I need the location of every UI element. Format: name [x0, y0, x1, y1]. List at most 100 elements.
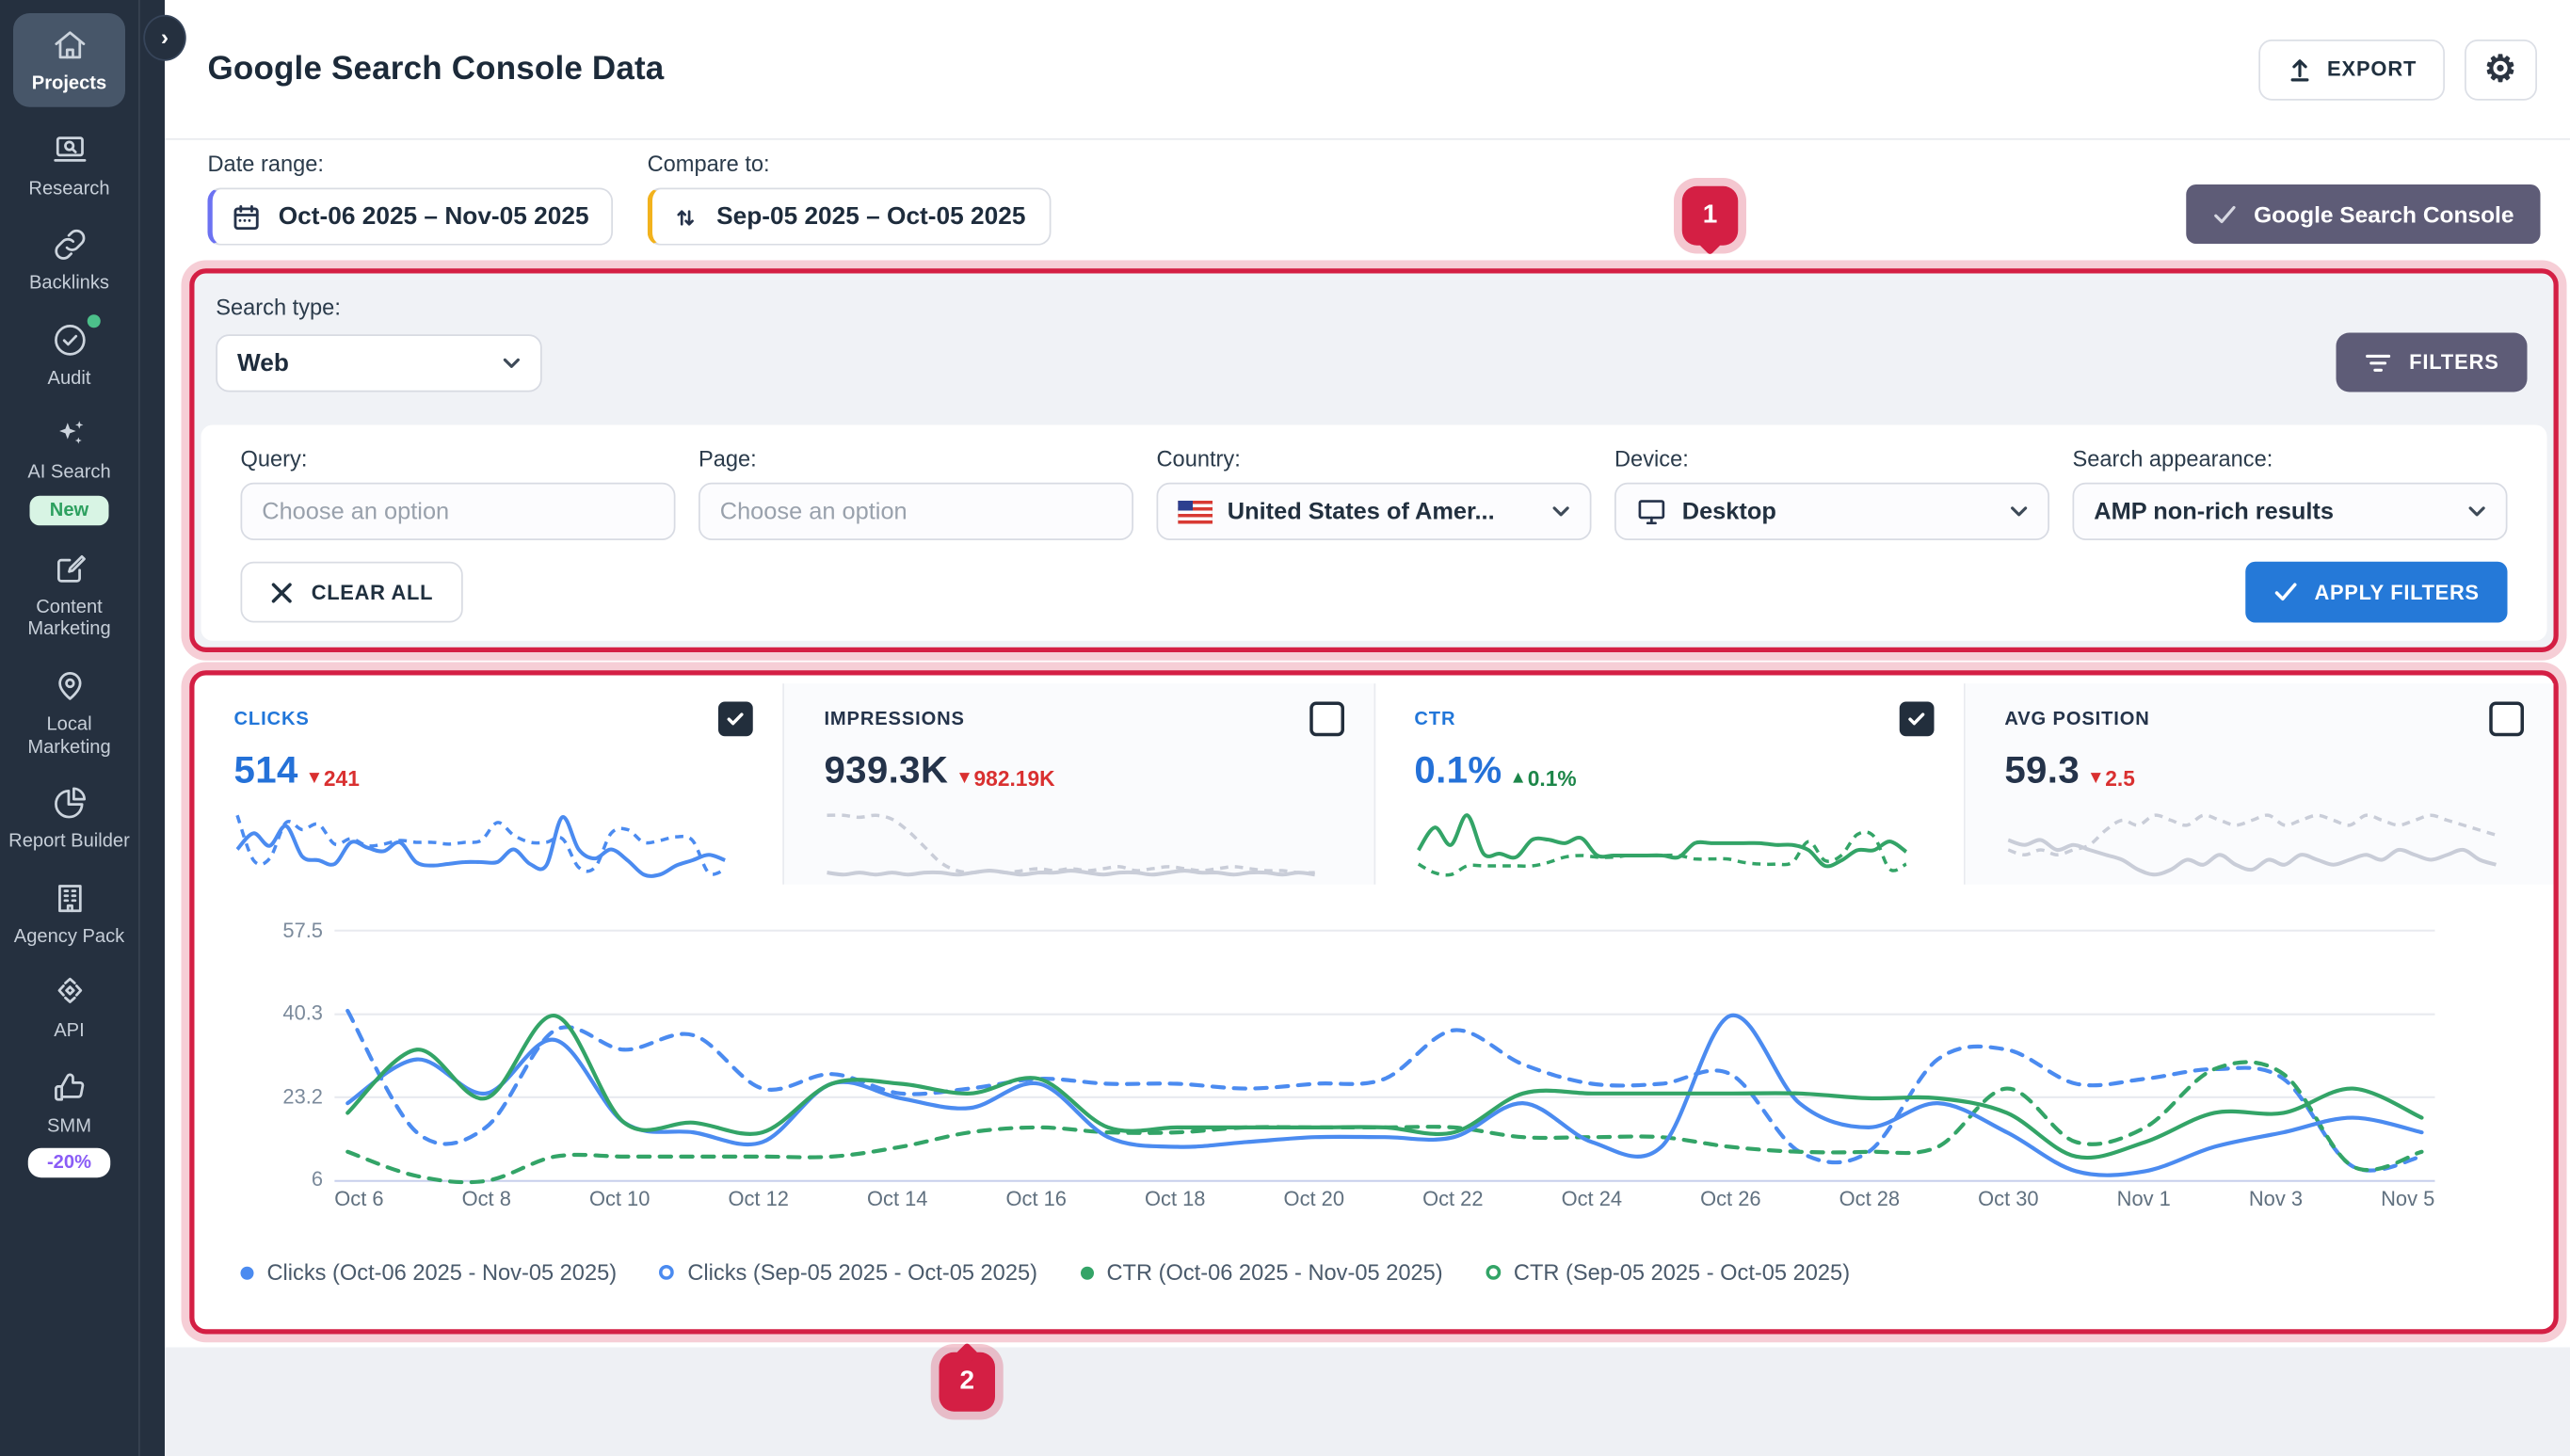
y-axis-tick: 40.3 [250, 1001, 323, 1025]
page-bottom-area [165, 1348, 2570, 1456]
query-input[interactable] [241, 483, 676, 540]
sidebar-item-audit[interactable]: Audit [7, 319, 132, 391]
date-range-value: Oct-06 2025 – Nov-05 2025 [279, 202, 589, 231]
screenshot-viewport: Projects Research Backlinks Audit AI Sea… [0, 0, 2570, 1456]
sidebar-item-content-marketing[interactable]: Content Marketing [7, 548, 132, 642]
sidebar-item-api[interactable]: API [7, 972, 132, 1044]
ctr-sparkline [1414, 808, 1908, 884]
x-axis-tick: Oct 20 [1284, 1188, 1344, 1211]
app: Projects Research Backlinks Audit AI Sea… [0, 0, 2570, 1456]
country-select[interactable]: United States of Amer... [1157, 483, 1592, 540]
chevron-down-icon [2010, 504, 2028, 518]
legend-item-clicks-previous[interactable]: Clicks (Sep-05 2025 - Oct-05 2025) [660, 1260, 1037, 1285]
google-search-console-button[interactable]: Google Search Console [2186, 184, 2540, 244]
x-axis-tick: Nov 1 [2117, 1188, 2171, 1211]
discount-badge: -20% [27, 1148, 111, 1178]
avg-position-checkbox[interactable] [2489, 702, 2524, 737]
search-appearance-select[interactable]: AMP non-rich results [2073, 483, 2508, 540]
metric-label: CTR [1414, 709, 1455, 728]
metric-card-clicks[interactable]: CLICKS 514 ▾241 [195, 683, 785, 885]
date-range-label: Date range: [208, 152, 614, 176]
chevron-right-icon: › [161, 24, 169, 50]
sidebar-item-backlinks[interactable]: Backlinks [7, 224, 132, 296]
sidebar-collapse-button[interactable]: › [143, 15, 186, 61]
settings-button[interactable]: ⚙ [2465, 39, 2537, 100]
search-appearance-label: Search appearance: [2073, 446, 2508, 471]
metric-cards-row: CLICKS 514 ▾241 IMPRESSIONS 939 [195, 683, 2554, 885]
metric-card-impressions[interactable]: IMPRESSIONS 939.3K ▾982.19K [784, 683, 1374, 885]
upload-icon [2286, 56, 2312, 84]
metric-label: CLICKS [234, 709, 310, 728]
x-icon [270, 581, 294, 604]
filters-button[interactable]: FILTERS [2337, 333, 2527, 392]
api-icon [49, 972, 90, 1014]
country-value: United States of Amer... [1228, 498, 1495, 524]
y-axis-tick: 57.5 [250, 920, 323, 943]
export-label: EXPORT [2327, 57, 2417, 81]
chevron-down-icon [2468, 504, 2486, 518]
sidebar-item-label: Projects [7, 74, 132, 97]
us-flag-icon [1178, 500, 1213, 523]
legend-dot-filled-green [1080, 1266, 1093, 1279]
sidebar-item-label: Local Marketing [7, 714, 132, 759]
compare-to-select[interactable]: Sep-05 2025 – Oct-05 2025 [648, 188, 1051, 246]
check-icon [2212, 203, 2237, 225]
clear-all-button[interactable]: CLEAR ALL [241, 562, 463, 623]
x-axis-tick: Oct 18 [1145, 1188, 1205, 1211]
clicks-checkbox[interactable] [718, 702, 753, 737]
sidebar-item-ai-search[interactable]: AI Search New [7, 414, 132, 525]
sparkles-icon [49, 414, 90, 456]
date-controls-row: Date range: Oct-06 2025 – Nov-05 2025 Co… [165, 140, 2570, 269]
metric-card-avg-position[interactable]: AVG POSITION 59.3 ▾2.5 [1965, 683, 2553, 885]
sidebar-item-label: Content Marketing [7, 598, 132, 642]
metric-card-ctr[interactable]: CTR 0.1% ▴0.1% [1374, 683, 1965, 885]
y-axis-tick: 6 [250, 1168, 323, 1192]
date-range-select[interactable]: Oct-06 2025 – Nov-05 2025 [208, 188, 614, 246]
metric-value: 514 [234, 748, 298, 792]
ctr-checkbox[interactable] [1899, 702, 1934, 737]
legend-item-ctr-current[interactable]: CTR (Oct-06 2025 - Nov-05 2025) [1080, 1260, 1442, 1285]
sidebar-item-agency-pack[interactable]: Agency Pack [7, 877, 132, 949]
green-status-dot [87, 314, 100, 328]
check-circle-icon [49, 319, 90, 360]
clicks-sparkline [234, 808, 729, 884]
desktop-icon [1636, 496, 1667, 527]
sidebar-item-local-marketing[interactable]: Local Marketing [7, 665, 132, 760]
pie-chart-icon [49, 782, 90, 824]
legend-dot-hollow-blue [660, 1265, 675, 1280]
device-select[interactable]: Desktop [1614, 483, 2049, 540]
impressions-checkbox[interactable] [1309, 702, 1343, 737]
legend-item-ctr-previous[interactable]: CTR (Sep-05 2025 - Oct-05 2025) [1486, 1260, 1850, 1285]
delta-arrow-icon: ▾ [310, 769, 319, 787]
device-label: Device: [1614, 446, 2049, 471]
page-input[interactable] [699, 483, 1133, 540]
sidebar-item-projects[interactable]: Projects [13, 13, 125, 106]
y-axis-tick: 23.2 [250, 1085, 323, 1109]
x-axis-tick: Oct 26 [1700, 1188, 1760, 1211]
sidebar-item-smm[interactable]: SMM -20% [7, 1067, 132, 1178]
x-axis-tick: Nov 3 [2249, 1188, 2303, 1211]
home-icon [49, 24, 90, 66]
sidebar-item-label: SMM [7, 1116, 132, 1139]
sidebar-item-report-builder[interactable]: Report Builder [7, 782, 132, 854]
swap-arrows-icon [670, 200, 700, 233]
filters-card: Query: Page: Country: United States of A… [201, 425, 2547, 641]
building-icon [49, 877, 90, 919]
page-label: Page: [699, 446, 1133, 471]
x-axis-tick: Oct 24 [1562, 1188, 1622, 1211]
x-axis-tick: Oct 30 [1978, 1188, 2038, 1211]
research-icon [49, 129, 90, 170]
x-axis: Oct 6 Oct 8 Oct 10 Oct 12 Oct 14 Oct 16 … [334, 1188, 2434, 1211]
search-type-select[interactable]: Web [216, 334, 542, 392]
metric-delta: ▴0.1% [1514, 766, 1577, 791]
compare-to-value: Sep-05 2025 – Oct-05 2025 [716, 202, 1025, 231]
filters-button-label: FILTERS [2409, 351, 2499, 375]
export-button[interactable]: EXPORT [2258, 39, 2445, 100]
legend-item-clicks-current[interactable]: Clicks (Oct-06 2025 - Nov-05 2025) [241, 1260, 618, 1285]
gsc-button-label: Google Search Console [2254, 201, 2514, 228]
sidebar-item-research[interactable]: Research [7, 129, 132, 200]
apply-filters-label: APPLY FILTERS [2315, 581, 2480, 604]
apply-filters-button[interactable]: APPLY FILTERS [2245, 562, 2507, 623]
metric-label: AVG POSITION [2004, 709, 2149, 728]
sidebar-item-label: Research [7, 179, 132, 201]
